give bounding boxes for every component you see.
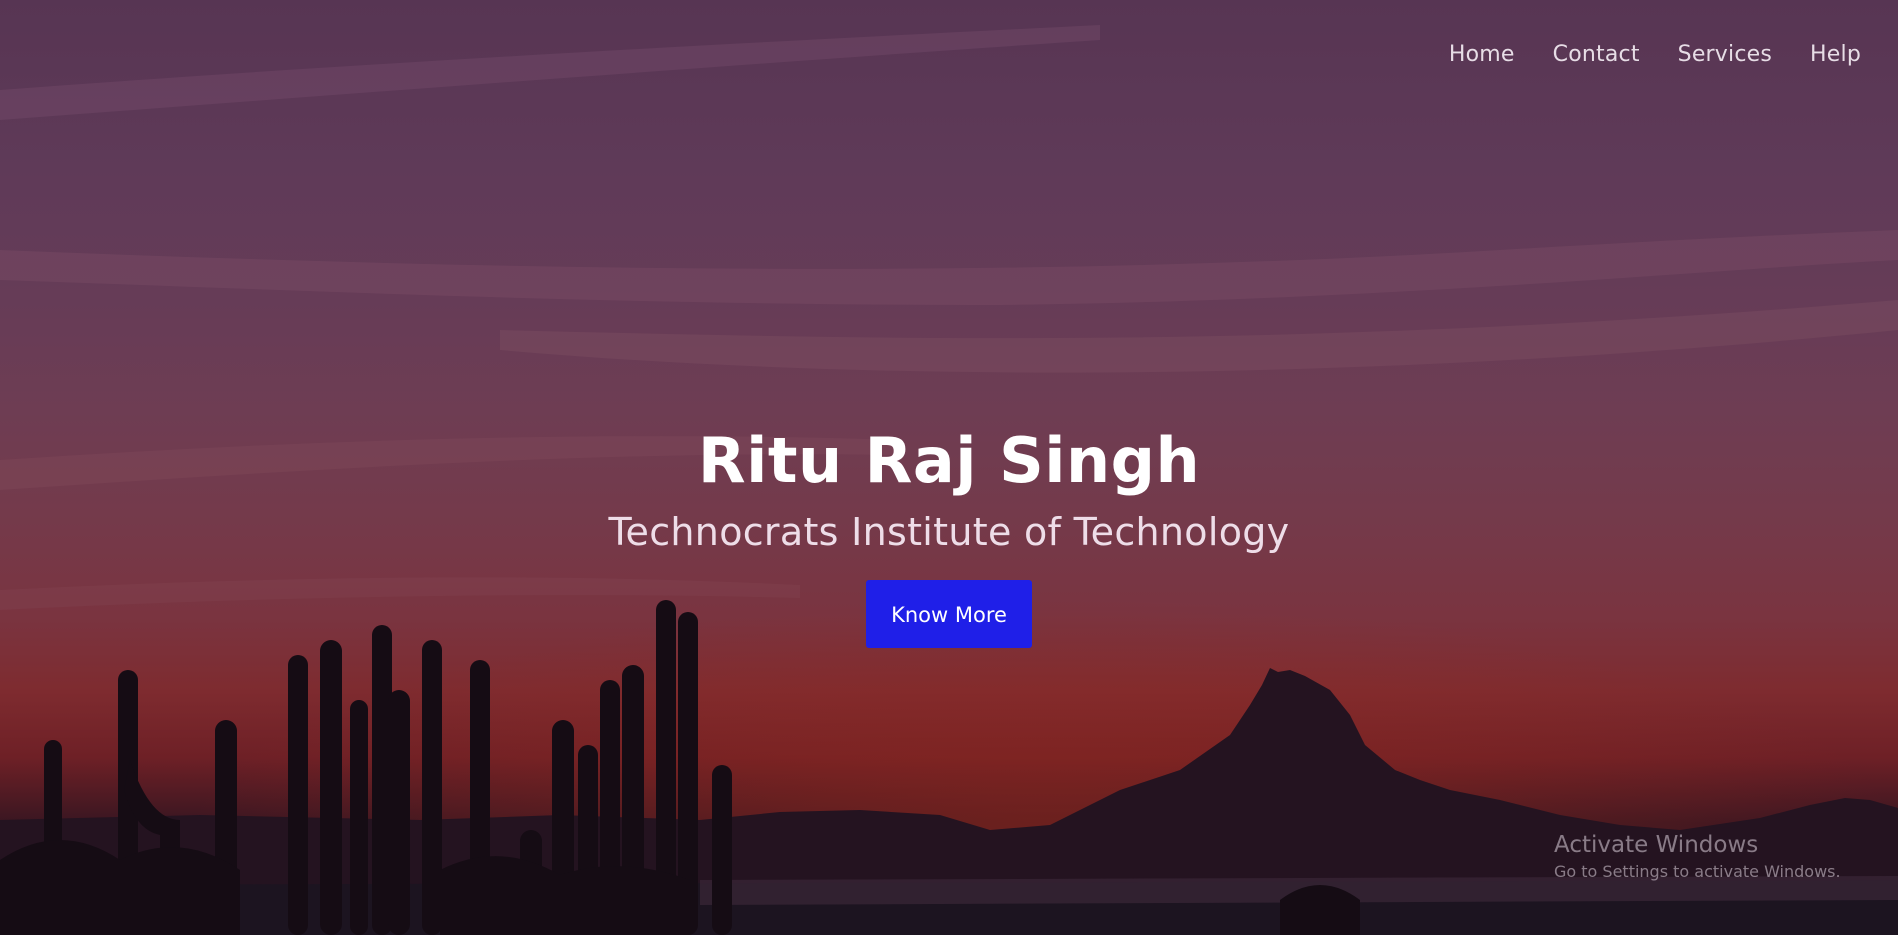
watermark-title: Activate Windows bbox=[1554, 832, 1759, 858]
top-nav: Home Contact Services Help bbox=[1449, 38, 1861, 72]
watermark-subtitle: Go to Settings to activate Windows. bbox=[1554, 862, 1841, 881]
windows-activation-watermark: Activate Windows Go to Settings to activ… bbox=[1554, 830, 1841, 884]
nav-link-contact[interactable]: Contact bbox=[1553, 38, 1640, 72]
know-more-button[interactable]: Know More bbox=[866, 580, 1032, 648]
hero-section: Ritu Raj Singh Technocrats Institute of … bbox=[0, 418, 1898, 648]
nav-link-services[interactable]: Services bbox=[1678, 38, 1772, 72]
nav-link-help[interactable]: Help bbox=[1810, 38, 1861, 72]
nav-link-home[interactable]: Home bbox=[1449, 38, 1515, 72]
hero-page: Home Contact Services Help Ritu Raj Sing… bbox=[0, 0, 1898, 935]
hero-subtitle: Technocrats Institute of Technology bbox=[608, 510, 1290, 554]
hero-name: Ritu Raj Singh bbox=[697, 424, 1201, 497]
